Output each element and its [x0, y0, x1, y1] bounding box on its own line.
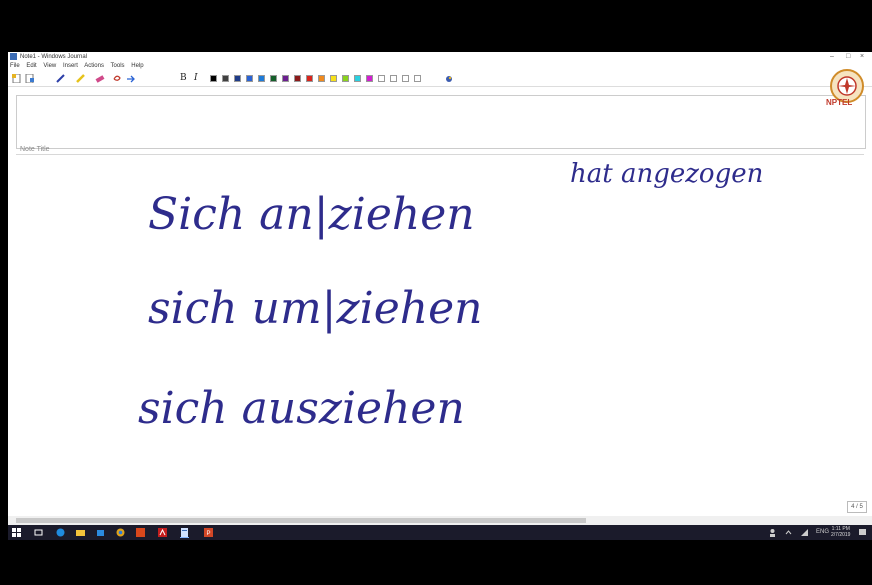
highlighter-icon[interactable]	[76, 74, 86, 83]
journal-app-icon	[10, 53, 17, 60]
taskbar-clock[interactable]: 1:11 PM 2/7/2019	[831, 526, 850, 538]
menu-tools[interactable]: Tools	[111, 63, 125, 69]
title-bar: Note1 - Windows Journal – □ ×	[8, 52, 872, 62]
color-swatch[interactable]	[354, 75, 361, 82]
clock-date: 2/7/2019	[831, 532, 851, 538]
color-swatch[interactable]	[378, 75, 385, 82]
color-swatch[interactable]	[270, 75, 277, 82]
windows-store-icon[interactable]	[96, 528, 105, 537]
note-title-label: Note Title	[20, 146, 50, 153]
color-swatch[interactable]	[294, 75, 301, 82]
color-swatch[interactable]	[210, 75, 217, 82]
taskbar: P ENG 1:11 PM 2/7/2019	[8, 525, 872, 540]
menu-edit[interactable]: Edit	[26, 63, 36, 69]
menu-insert[interactable]: Insert	[63, 63, 78, 69]
office-app-icon[interactable]	[136, 528, 145, 537]
color-swatch[interactable]	[222, 75, 229, 82]
menu-actions[interactable]: Actions	[84, 63, 104, 69]
edge-browser-icon[interactable]	[56, 528, 65, 537]
language-indicator[interactable]: ENG	[816, 529, 829, 535]
color-swatch[interactable]	[414, 75, 421, 82]
color-swatch[interactable]	[402, 75, 409, 82]
powerpoint-icon[interactable]: P	[204, 528, 213, 537]
svg-text:P: P	[206, 531, 210, 537]
eraser-icon[interactable]	[95, 74, 105, 83]
menu-bar: File Edit View Insert Actions Tools Help	[10, 62, 149, 71]
network-icon[interactable]	[800, 528, 809, 537]
color-swatch[interactable]	[306, 75, 313, 82]
horizontal-scrollbar[interactable]	[8, 516, 872, 525]
windows-start-icon[interactable]	[12, 528, 21, 537]
chrome-browser-icon[interactable]	[116, 528, 125, 537]
toolbar: B I	[8, 72, 872, 87]
color-swatch[interactable]	[234, 75, 241, 82]
handwriting-side-note: hat angezogen	[570, 159, 764, 189]
windows-journal-taskbar-icon[interactable]	[180, 528, 189, 538]
menu-view[interactable]: View	[43, 63, 56, 69]
file-explorer-icon[interactable]	[76, 528, 85, 537]
window-title: Note1 - Windows Journal	[20, 54, 88, 60]
nptel-logo-text: NPTEL	[826, 98, 853, 107]
color-swatch[interactable]	[318, 75, 325, 82]
open-note-icon[interactable]	[25, 74, 35, 83]
ink-canvas[interactable]: Sich an|ziehen hat angezogen sich um|zie…	[8, 155, 872, 515]
menu-file[interactable]: File	[10, 63, 20, 69]
journal-window: Note1 - Windows Journal – □ × File Edit …	[8, 52, 872, 525]
color-swatch[interactable]	[282, 75, 289, 82]
notifications-icon[interactable]	[858, 528, 867, 537]
lasso-select-icon[interactable]	[112, 74, 122, 83]
pen-tool-icon[interactable]	[56, 74, 66, 83]
handwriting-line-1: Sich an|ziehen	[148, 189, 475, 240]
pen-settings-icon[interactable]	[444, 74, 454, 83]
color-swatch[interactable]	[366, 75, 373, 82]
color-swatch[interactable]	[330, 75, 337, 82]
handwriting-line-3: sich ausziehen	[138, 383, 465, 434]
color-swatch[interactable]	[246, 75, 253, 82]
handwriting-line-2: sich um|ziehen	[148, 283, 483, 334]
italic-button[interactable]: I	[194, 74, 198, 83]
color-swatch[interactable]	[258, 75, 265, 82]
menu-help[interactable]: Help	[131, 63, 143, 69]
bold-button[interactable]: B	[180, 74, 187, 83]
new-note-icon[interactable]	[12, 74, 22, 83]
note-title-area[interactable]	[16, 95, 866, 149]
color-swatch[interactable]	[390, 75, 397, 82]
insert-space-icon[interactable]	[126, 74, 136, 83]
acrobat-icon[interactable]	[158, 528, 167, 537]
page-indicator: 4 / 5	[847, 501, 867, 513]
tray-expand-icon[interactable]	[784, 528, 793, 537]
people-icon[interactable]	[768, 528, 777, 537]
color-swatch[interactable]	[342, 75, 349, 82]
task-view-icon[interactable]	[34, 528, 43, 537]
scrollbar-thumb[interactable]	[16, 518, 586, 523]
